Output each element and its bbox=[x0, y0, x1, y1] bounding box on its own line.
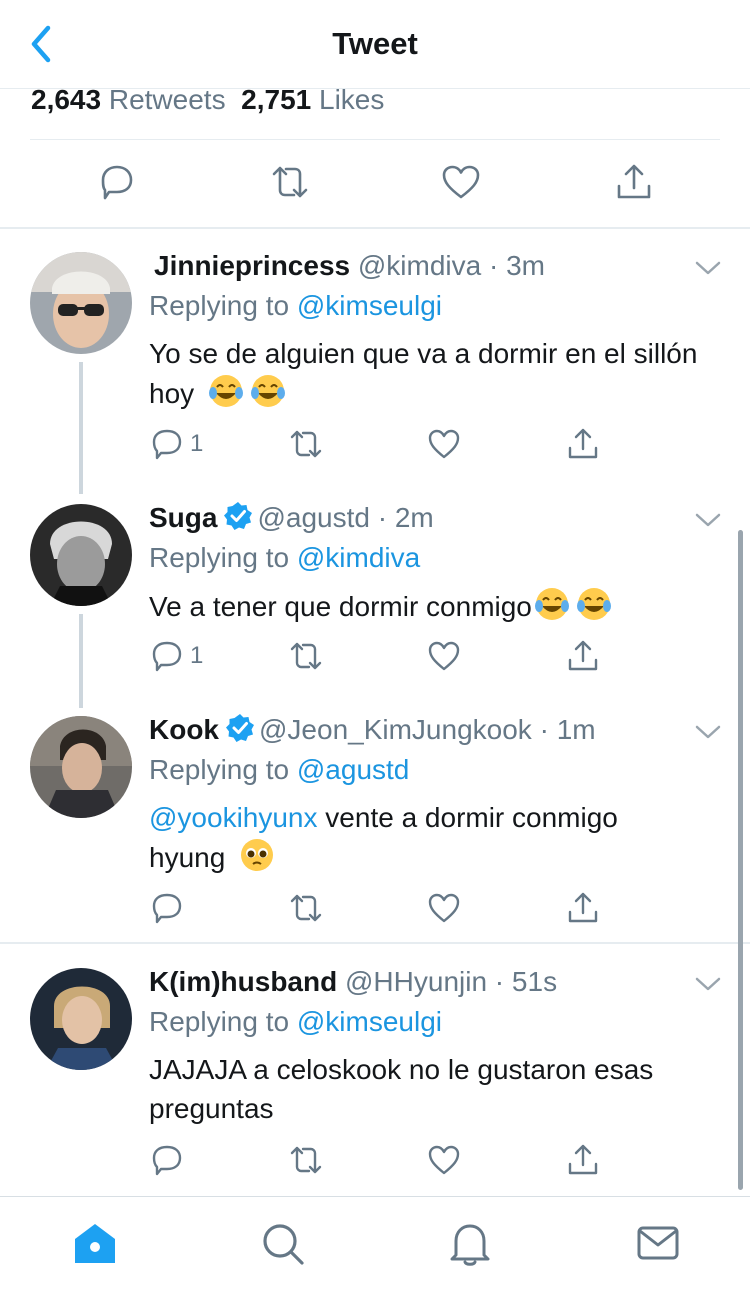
like-icon[interactable] bbox=[427, 1143, 461, 1177]
chevron-down-icon[interactable] bbox=[694, 722, 722, 742]
handle[interactable]: @kimdiva bbox=[358, 250, 481, 281]
timestamp: 1m bbox=[556, 714, 596, 745]
mention-link[interactable]: @yookihyunx bbox=[149, 802, 318, 833]
reply-icon[interactable] bbox=[150, 1143, 184, 1177]
replying-to-link[interactable]: @agustd bbox=[297, 754, 410, 785]
replying-to-label: Replying to bbox=[149, 754, 290, 785]
handle[interactable]: @agustd bbox=[257, 502, 370, 533]
chevron-down-icon[interactable] bbox=[694, 258, 722, 278]
joy-emoji-icon bbox=[208, 375, 243, 407]
notifications-icon[interactable] bbox=[446, 1219, 494, 1267]
divider bbox=[0, 227, 750, 229]
retweet-icon[interactable] bbox=[270, 162, 310, 202]
display-name[interactable]: Kook bbox=[149, 714, 219, 745]
replying-to-link[interactable]: @kimdiva bbox=[297, 542, 420, 573]
joy-emoji-icon bbox=[250, 375, 285, 407]
verified-badge-icon bbox=[224, 502, 253, 530]
home-icon[interactable] bbox=[71, 1219, 119, 1267]
retweet-icon[interactable] bbox=[289, 427, 323, 461]
share-icon[interactable] bbox=[566, 427, 600, 461]
like-icon[interactable] bbox=[427, 639, 461, 673]
handle[interactable]: @HHyunjin bbox=[345, 966, 487, 997]
chevron-down-icon[interactable] bbox=[694, 510, 722, 530]
avatar[interactable] bbox=[30, 504, 132, 606]
share-icon[interactable] bbox=[614, 162, 654, 202]
replying-to-link[interactable]: @kimseulgi bbox=[297, 1006, 442, 1037]
bottom-tab-bar bbox=[0, 1196, 750, 1295]
separator-dot: · bbox=[531, 714, 557, 745]
scrollbar[interactable] bbox=[738, 530, 743, 1190]
verified-badge-icon bbox=[226, 714, 254, 742]
reply-tweet[interactable]: Suga @agustd · 2m Replying to @kimdiva V… bbox=[0, 494, 750, 706]
reply-icon[interactable] bbox=[150, 891, 184, 925]
reply-tweet[interactable]: Jinnieprincess @kimdiva · 3m Replying to… bbox=[0, 240, 750, 490]
page-title: Tweet bbox=[332, 26, 418, 61]
share-icon[interactable] bbox=[566, 639, 600, 673]
reply-icon[interactable] bbox=[150, 639, 184, 673]
like-icon[interactable] bbox=[427, 427, 461, 461]
tweet-text: Ve a tener que dormir conmigo bbox=[149, 591, 532, 622]
retweets-count[interactable]: 2,643 bbox=[31, 84, 101, 115]
reply-icon[interactable] bbox=[150, 427, 184, 461]
separator-dot: · bbox=[369, 502, 395, 533]
tweet-stats: 2,643 Retweets 2,751 Likes bbox=[31, 80, 384, 120]
chevron-down-icon[interactable] bbox=[694, 974, 722, 994]
avatar[interactable] bbox=[30, 968, 132, 1070]
retweet-icon[interactable] bbox=[289, 1143, 323, 1177]
tweet-text: vente a dormir conmigo bbox=[317, 802, 618, 833]
timestamp: 3m bbox=[506, 250, 546, 281]
reply-count: 1 bbox=[190, 642, 204, 669]
timestamp: 51s bbox=[511, 966, 558, 997]
share-icon[interactable] bbox=[566, 891, 600, 925]
replying-to-label: Replying to bbox=[149, 542, 290, 573]
tweet-text: JAJAJA a celoskook no le gustaron esas p… bbox=[149, 1054, 654, 1124]
retweets-label[interactable]: Retweets bbox=[109, 84, 226, 115]
display-name[interactable]: K(im)husband bbox=[149, 966, 337, 997]
tweet-text-line2: hyung bbox=[149, 842, 226, 873]
replying-to-link[interactable]: @kimseulgi bbox=[297, 290, 442, 321]
retweet-icon[interactable] bbox=[289, 639, 323, 673]
reply-tweet[interactable]: K(im)husband @HHyunjin · 51s Replying to… bbox=[0, 958, 750, 1194]
replying-to-label: Replying to bbox=[149, 1006, 290, 1037]
joy-emoji-icon bbox=[576, 588, 611, 620]
search-icon[interactable] bbox=[258, 1219, 306, 1267]
messages-icon[interactable] bbox=[634, 1219, 682, 1267]
avatar[interactable] bbox=[30, 252, 132, 354]
like-icon[interactable] bbox=[441, 162, 481, 202]
divider bbox=[30, 139, 720, 140]
divider bbox=[0, 942, 750, 944]
replying-to-label: Replying to bbox=[149, 290, 290, 321]
top-nav-bar: Tweet bbox=[0, 0, 750, 89]
likes-count[interactable]: 2,751 bbox=[241, 84, 311, 115]
retweet-icon[interactable] bbox=[289, 891, 323, 925]
likes-label[interactable]: Likes bbox=[319, 84, 384, 115]
share-icon[interactable] bbox=[566, 1143, 600, 1177]
timestamp: 2m bbox=[394, 502, 434, 533]
reply-tweet[interactable]: Kook @Jeon_KimJungkook · 1m Replying to … bbox=[0, 706, 750, 942]
joy-emoji-icon bbox=[534, 588, 569, 620]
reply-icon[interactable] bbox=[97, 162, 137, 202]
reply-count: 1 bbox=[190, 430, 204, 457]
separator-dot: · bbox=[481, 250, 507, 281]
separator-dot: · bbox=[487, 966, 512, 997]
handle[interactable]: @Jeon_KimJungkook bbox=[259, 714, 532, 745]
display-name[interactable]: Suga bbox=[149, 502, 217, 533]
pleading-face-emoji-icon bbox=[241, 839, 274, 871]
display-name[interactable]: Jinnieprincess bbox=[154, 250, 350, 281]
like-icon[interactable] bbox=[427, 891, 461, 925]
avatar[interactable] bbox=[30, 716, 132, 818]
